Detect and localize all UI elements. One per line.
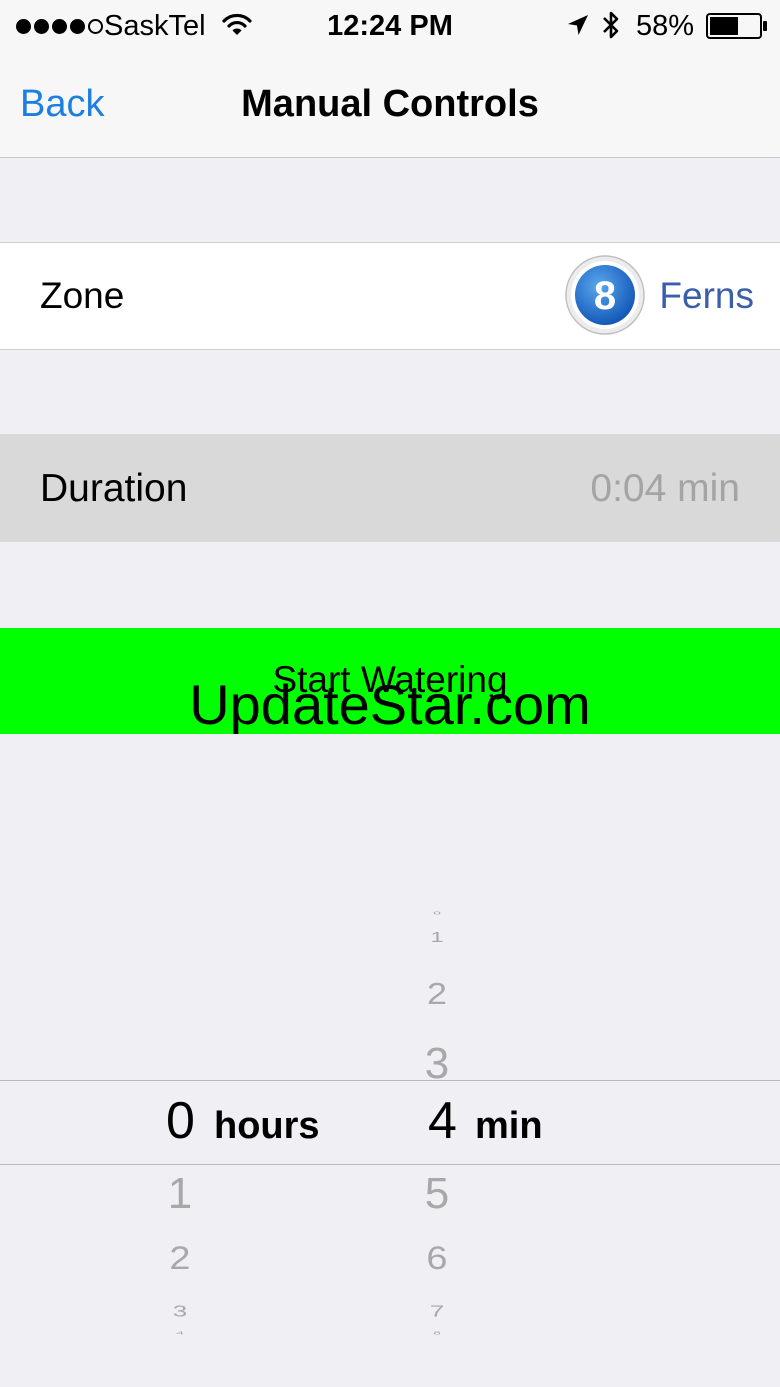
location-arrow-icon — [568, 15, 588, 35]
watermark: UpdateStar.com — [189, 673, 591, 734]
navigation-bar: Back Manual Controls — [0, 52, 780, 158]
minutes-selected-value: 4 — [428, 1092, 457, 1150]
hours-unit-label: hours — [214, 1105, 320, 1147]
minutes-unit-label: min — [475, 1105, 543, 1147]
battery-percentage: 58% — [636, 10, 695, 42]
start-watering-button[interactable]: Start Watering UpdateStar.com — [0, 628, 780, 734]
minutes-picker-option[interactable]: 8 — [407, 1331, 467, 1335]
hours-picker-option[interactable]: 4 — [150, 1331, 210, 1335]
duration-row[interactable]: Duration 0:04 min — [0, 434, 780, 542]
minutes-picker-option[interactable]: 6 — [407, 1243, 467, 1275]
page-title: Manual Controls — [241, 83, 539, 125]
minutes-picker-option[interactable]: 1 — [407, 930, 467, 945]
hours-picker-option[interactable]: 2 — [150, 1243, 210, 1275]
bluetooth-icon — [603, 11, 619, 39]
zone-label: Zone — [40, 275, 125, 316]
zone-name: Ferns — [659, 275, 754, 316]
minutes-picker-option[interactable]: 0 — [407, 911, 467, 916]
minutes-picker-option[interactable]: 5 — [407, 1172, 467, 1216]
hours-selected-value: 0 — [166, 1092, 195, 1150]
hours-picker-option[interactable]: 1 — [150, 1172, 210, 1216]
zone-number-badge: 8 — [565, 255, 645, 335]
hours-picker-option[interactable]: 3 — [150, 1303, 210, 1319]
minutes-picker-option[interactable]: 7 — [407, 1303, 467, 1319]
status-bar: SaskTel 12:24 PM 58% — [0, 0, 780, 52]
zone-row[interactable]: Zone 8 Ferns — [0, 242, 780, 350]
picker-selection-indicator: 0 hours 4 min — [0, 1080, 780, 1165]
duration-value: 0:04 min — [590, 467, 740, 510]
zone-number: 8 — [594, 274, 616, 318]
battery-icon — [706, 13, 767, 39]
duration-label: Duration — [40, 467, 188, 510]
minutes-picker-option[interactable]: 2 — [407, 978, 467, 1010]
